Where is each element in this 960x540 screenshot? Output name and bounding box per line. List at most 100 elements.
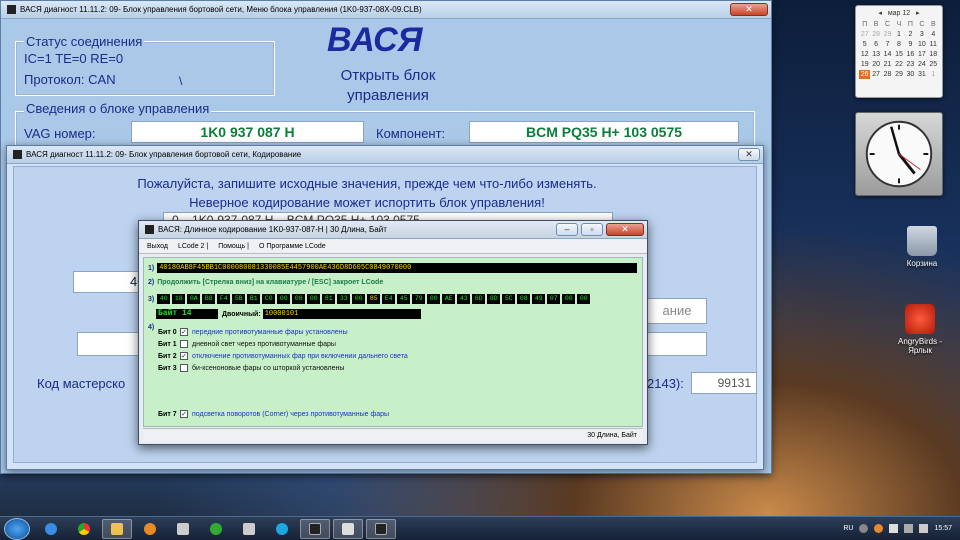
taskbar-vasya-2[interactable] xyxy=(333,518,363,539)
open-block-button[interactable]: Открыть блок управления xyxy=(323,66,453,106)
calendar-day[interactable]: 23 xyxy=(905,60,916,69)
calendar-day[interactable]: 15 xyxy=(893,50,904,59)
calendar-day[interactable]: 31 xyxy=(916,70,927,79)
calendar-day[interactable]: 19 xyxy=(859,60,870,69)
chevron-left-icon[interactable]: ◂ xyxy=(878,9,882,17)
coding-value-field[interactable]: 40 xyxy=(73,271,144,293)
calendar-day[interactable]: 27 xyxy=(870,70,881,79)
byte-cell[interactable]: 8D xyxy=(487,294,501,304)
byte-cell[interactable]: 07 xyxy=(547,294,561,304)
byte-cell[interactable]: 5C xyxy=(502,294,516,304)
calendar-day[interactable]: 27 xyxy=(859,30,870,39)
calendar-day[interactable]: 1 xyxy=(893,30,904,39)
byte-cell[interactable]: 08 xyxy=(517,294,531,304)
calendar-day[interactable]: 25 xyxy=(928,60,939,69)
byte-cell[interactable]: C0 xyxy=(262,294,276,304)
calendar-day[interactable]: 17 xyxy=(916,50,927,59)
calendar-day[interactable]: 24 xyxy=(916,60,927,69)
byte-cell[interactable]: 18 xyxy=(172,294,186,304)
master-code-field[interactable]: 99131 xyxy=(691,372,757,394)
calendar-day[interactable]: 12 xyxy=(859,50,870,59)
menu-about[interactable]: О Программе LCode xyxy=(259,243,326,250)
byte-cell[interactable]: F4 xyxy=(217,294,231,304)
close-button[interactable]: ✕ xyxy=(730,3,768,16)
minimize-button[interactable]: – xyxy=(556,223,578,236)
language-indicator[interactable]: RU xyxy=(843,525,853,532)
byte-cell[interactable]: 79 xyxy=(412,294,426,304)
calendar-day[interactable]: 5 xyxy=(859,40,870,49)
bit-checkbox[interactable]: ✓ xyxy=(180,352,188,360)
taskbar-skype[interactable] xyxy=(267,519,297,539)
bit-row[interactable]: Бит 2 ✓ отключение противотуманных фар при… xyxy=(158,352,408,360)
main-window-titlebar[interactable]: ВАСЯ диагност 11.11.2: 09- Блок управлен… xyxy=(1,1,771,19)
byte-cell[interactable]: 00 xyxy=(307,294,321,304)
byte-cell[interactable]: 00 xyxy=(277,294,291,304)
calendar-day[interactable]: 4 xyxy=(928,30,939,39)
bit-checkbox[interactable]: ✓ xyxy=(180,328,188,336)
bit-checkbox[interactable] xyxy=(180,340,188,348)
close-button[interactable]: ✕ xyxy=(738,148,760,161)
taskbar-ie[interactable] xyxy=(36,519,66,539)
network-icon[interactable] xyxy=(904,524,914,533)
recycle-bin-shortcut[interactable]: Корзина xyxy=(887,226,957,268)
byte-cell[interactable]: 43 xyxy=(457,294,471,304)
bit-7-row[interactable]: Бит 7 ✓ подсветка поворотов (Corner) чер… xyxy=(158,410,389,418)
taskbar-vasya-3[interactable] xyxy=(366,518,396,539)
flag-icon[interactable] xyxy=(889,524,899,533)
byte-cell[interactable]: 45 xyxy=(397,294,411,304)
byte-cell[interactable]: 40 xyxy=(157,294,171,304)
taskbar-explorer[interactable] xyxy=(102,518,132,539)
calendar-day[interactable]: 28 xyxy=(870,30,881,39)
byte-cell[interactable]: 33 xyxy=(337,294,351,304)
byte-cell[interactable]: 0A xyxy=(187,294,201,304)
taskbar-app5[interactable] xyxy=(168,519,198,539)
clock-time[interactable]: 15:57 xyxy=(934,525,952,532)
start-button[interactable] xyxy=(4,517,30,540)
chevron-right-icon[interactable]: ▸ xyxy=(916,9,920,17)
bit-checkbox[interactable]: ✓ xyxy=(180,410,188,418)
byte-cell[interactable]: 00 xyxy=(577,294,591,304)
byte-cell[interactable]: AE xyxy=(442,294,456,304)
calendar-day[interactable]: 6 xyxy=(870,40,881,49)
tray-app-icon[interactable] xyxy=(874,524,884,533)
calendar-day[interactable]: 18 xyxy=(928,50,939,59)
taskbar-chrome[interactable] xyxy=(69,519,99,539)
calendar-gadget[interactable]: ◂ мар 12 ▸ П В С Ч П С В 27 28 29 1 2 3 4 5 6 7 8 9 10 11 12 1… xyxy=(855,5,943,98)
calendar-day[interactable]: 28 xyxy=(882,70,893,79)
byte-cell[interactable]: 6D xyxy=(472,294,486,304)
coding-window-titlebar[interactable]: ВАСЯ диагност 11.11.2: 09- Блок управлен… xyxy=(7,146,763,164)
byte-cell[interactable]: 00 xyxy=(352,294,366,304)
calendar-day[interactable]: 26 xyxy=(859,70,871,79)
byte-cell[interactable]: 49 xyxy=(532,294,546,304)
bit-row[interactable]: Бит 1 дневной свет через противотуманные … xyxy=(158,340,336,348)
taskbar-app7[interactable] xyxy=(234,519,264,539)
calendar-day[interactable]: 29 xyxy=(893,70,904,79)
long-code-field[interactable]: 40180AB8F45BB1C000080081330085E4457900AE… xyxy=(157,263,638,273)
menu-help[interactable]: Помощь | xyxy=(218,243,249,250)
byte-cell[interactable]: B8 xyxy=(202,294,216,304)
bit-row[interactable]: Бит 3 би-ксеноновые фары со шторкой устан… xyxy=(158,364,344,372)
calendar-day[interactable]: 8 xyxy=(893,40,904,49)
byte-cell[interactable]: B1 xyxy=(247,294,261,304)
taskbar-app4[interactable] xyxy=(135,519,165,539)
taskbar-utorrent[interactable] xyxy=(201,519,231,539)
calendar-day[interactable]: 22 xyxy=(893,60,904,69)
byte-cell[interactable]: 00 xyxy=(427,294,441,304)
calendar-day[interactable]: 9 xyxy=(905,40,916,49)
menu-lcode2[interactable]: LCode 2 | xyxy=(178,243,208,250)
calendar-day[interactable]: 30 xyxy=(905,70,916,79)
calendar-day[interactable]: 20 xyxy=(870,60,881,69)
tray-app-icon[interactable] xyxy=(859,524,869,533)
calendar-day[interactable]: 13 xyxy=(870,50,881,59)
calendar-day[interactable]: 3 xyxy=(916,30,927,39)
calendar-day[interactable]: 14 xyxy=(882,50,893,59)
coding-action-button[interactable]: ание xyxy=(647,298,707,324)
byte-cell[interactable]: 5B xyxy=(232,294,246,304)
calendar-day[interactable]: 2 xyxy=(905,30,916,39)
byte-cell[interactable]: 00 xyxy=(562,294,576,304)
lcode-window-titlebar[interactable]: ВАСЯ: Длинное кодирование 1K0-937-087-H … xyxy=(139,221,647,239)
byte-cell[interactable]: 85 xyxy=(367,294,381,304)
byte-cell[interactable]: 08 xyxy=(292,294,306,304)
menu-exit[interactable]: Выход xyxy=(147,243,168,250)
calendar-day[interactable]: 11 xyxy=(928,40,939,49)
